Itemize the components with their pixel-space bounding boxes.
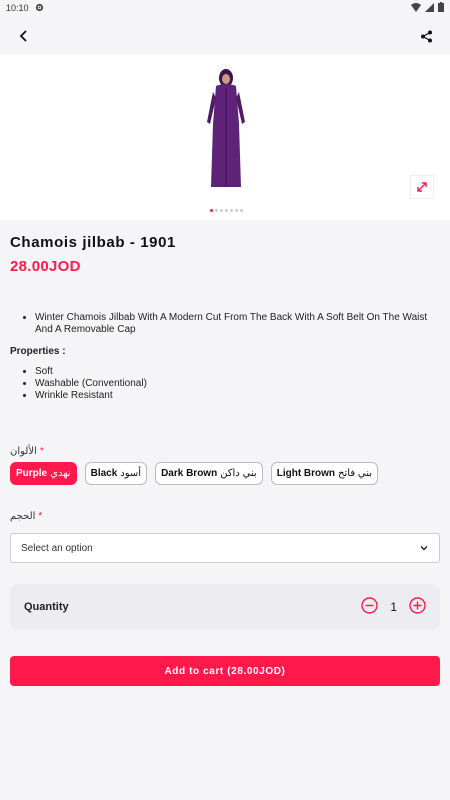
colors-label: الألوان * — [10, 446, 44, 457]
pagination-dot[interactable] — [235, 209, 238, 212]
product-description: Winter Chamois Jilbab With A Modern Cut … — [10, 312, 440, 402]
back-button[interactable] — [12, 24, 36, 48]
pagination-dot[interactable] — [240, 209, 243, 212]
color-option-ar: نهدي — [50, 468, 71, 479]
product-image[interactable] — [183, 64, 268, 191]
color-options: Purple نهدي Black أسود Dark Brown بني دا… — [10, 462, 379, 485]
add-to-cart-button[interactable]: Add to cart (28.00JOD) — [10, 656, 440, 686]
increase-quantity-button[interactable] — [409, 597, 426, 617]
product-image-gallery[interactable] — [0, 55, 450, 220]
quantity-stepper: 1 — [361, 597, 426, 617]
color-option-ar: بني داكن — [220, 468, 257, 479]
property-item: Wrinkle Resistant — [35, 390, 440, 402]
plus-circle-icon — [409, 597, 426, 614]
status-time: 10:10 — [6, 3, 29, 13]
colors-label-text: الألوان — [10, 446, 37, 457]
color-option-en: Light Brown — [276, 468, 336, 479]
zoom-button[interactable] — [410, 175, 434, 199]
required-marker: * — [39, 446, 44, 457]
pagination-dot[interactable] — [210, 209, 213, 212]
back-arrow-icon — [19, 30, 27, 42]
gallery-pagination — [210, 209, 243, 212]
properties-title: Properties : — [10, 346, 66, 357]
quantity-label: Quantity — [24, 601, 69, 613]
wifi-icon — [411, 2, 421, 14]
size-label-text: الحجم — [10, 511, 36, 522]
product-price: 28.00JOD — [10, 258, 81, 275]
size-select[interactable]: Select an option — [10, 533, 440, 563]
color-option-en: Dark Brown — [161, 468, 218, 479]
pagination-dot[interactable] — [230, 209, 233, 212]
color-option-dark-brown[interactable]: Dark Brown بني داكن — [155, 462, 263, 485]
size-label: الحجم * — [10, 511, 42, 522]
color-option-en: Purple — [16, 468, 48, 479]
color-option-light-brown[interactable]: Light Brown بني فاتح — [270, 462, 379, 485]
pagination-dot[interactable] — [215, 209, 218, 212]
expand-icon — [417, 182, 427, 192]
status-bar: 10:10 — [0, 0, 450, 16]
signal-icon — [425, 2, 434, 14]
quantity-card: Quantity 1 — [10, 584, 440, 630]
battery-icon — [438, 2, 444, 14]
color-option-ar: أسود — [120, 468, 142, 479]
property-item: Washable (Conventional) — [35, 378, 440, 390]
decrease-quantity-button[interactable] — [361, 597, 379, 617]
share-icon — [420, 30, 432, 42]
quantity-value: 1 — [390, 600, 397, 614]
product-title: Chamois jilbab - 1901 — [10, 234, 176, 251]
property-item: Soft — [35, 366, 440, 378]
size-select-placeholder: Select an option — [21, 542, 93, 554]
color-option-ar: بني فاتح — [338, 468, 373, 479]
top-toolbar — [0, 18, 450, 54]
color-option-purple[interactable]: Purple نهدي — [10, 462, 77, 485]
chevron-down-icon — [420, 546, 428, 551]
pagination-dot[interactable] — [225, 209, 228, 212]
color-option-en: Black — [90, 468, 118, 479]
settings-status-icon — [35, 3, 44, 14]
share-button[interactable] — [414, 24, 438, 48]
description-item: Winter Chamois Jilbab With A Modern Cut … — [35, 312, 440, 336]
required-marker: * — [38, 511, 43, 522]
minus-circle-icon — [361, 597, 379, 614]
pagination-dot[interactable] — [220, 209, 223, 212]
color-option-black[interactable]: Black أسود — [84, 462, 148, 485]
properties-list: Soft Washable (Conventional) Wrinkle Res… — [10, 366, 440, 402]
